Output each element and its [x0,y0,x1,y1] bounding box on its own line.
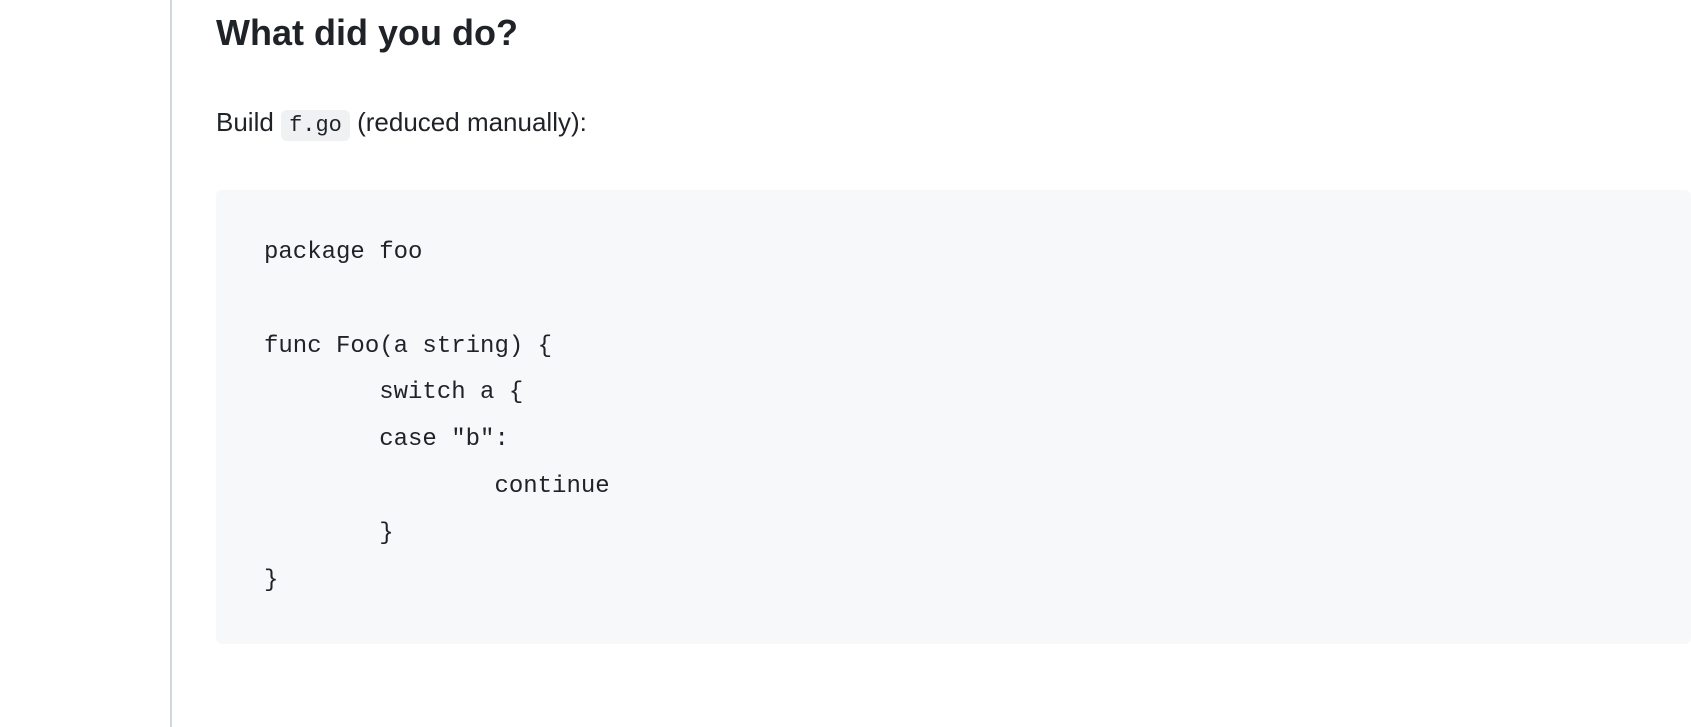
code-block[interactable]: package foo func Foo(a string) { switch … [216,190,1691,644]
inline-code-filename: f.go [281,110,350,141]
section-heading: What did you do? [216,10,1691,55]
left-margin [0,0,170,727]
description-text-before: Build [216,107,274,137]
issue-body-container: What did you do? Build f.go (reduced man… [0,0,1691,727]
code-content: package foo func Foo(a string) { switch … [264,230,1643,604]
description-text-after: (reduced manually): [350,107,587,137]
description-paragraph: Build f.go (reduced manually): [216,103,1691,142]
issue-content: What did you do? Build f.go (reduced man… [172,0,1691,727]
